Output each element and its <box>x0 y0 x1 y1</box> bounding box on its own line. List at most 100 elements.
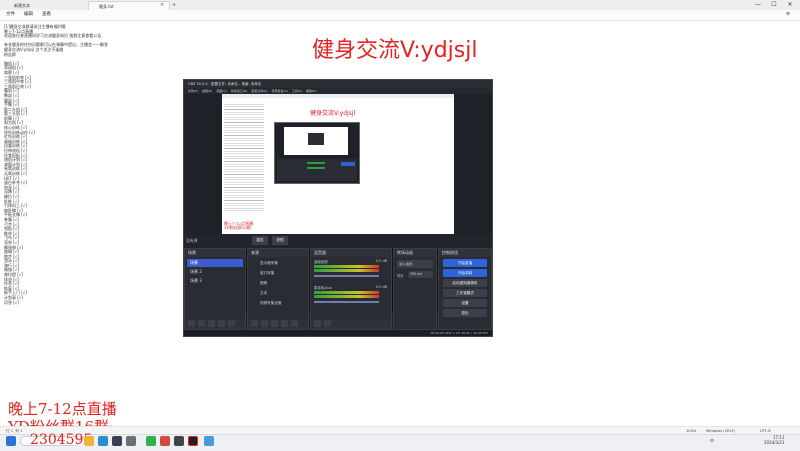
obs-menu-item[interactable]: 停靠窗口(D) <box>231 89 248 93</box>
overlay-headline: 健身交流V:ydjsjl <box>312 38 478 63</box>
app-icon[interactable] <box>160 436 170 446</box>
filters-button[interactable]: 滤镜 <box>272 236 288 245</box>
mixer-dock: 混音器 桌面音频 0.0 dB 麦克风/Aux 0.0 dB <box>310 248 392 330</box>
obs-title-bar: OBS 30.0.0 - 配置文件: 未命名 - 场景: 未命名 <box>184 80 492 88</box>
ime-indicator[interactable]: 中 <box>710 438 714 444</box>
obs-icon[interactable] <box>174 436 184 446</box>
preview-tab-bar <box>222 94 454 98</box>
source-toolbar: 没有源 属性 滤镜 <box>184 234 492 248</box>
audio-meter <box>314 295 379 298</box>
close-button[interactable]: ✕ <box>784 0 796 10</box>
tab-new-text[interactable]: 新建文本 <box>4 1 86 10</box>
add-scene-button[interactable] <box>188 320 195 327</box>
scene-filter-button[interactable] <box>208 320 215 327</box>
menu-file[interactable]: 文件 <box>6 11 15 19</box>
source-item[interactable]: 视频采集设备 <box>250 299 306 308</box>
audio-meter <box>314 291 379 294</box>
obs-menu-item[interactable]: 视图(V) <box>216 89 226 93</box>
preview-nested-docks <box>277 159 357 181</box>
scenes-footer <box>185 319 245 329</box>
tab-label: 新建文本 <box>14 3 30 8</box>
exit-button[interactable]: 退出 <box>443 309 487 317</box>
move-down-button[interactable] <box>291 320 298 327</box>
properties-button[interactable]: 属性 <box>252 236 268 245</box>
wechat-icon[interactable] <box>146 436 156 446</box>
start-recording-button[interactable]: 开始录制 <box>443 269 487 277</box>
menu-bar <box>0 10 800 21</box>
obs-status-bar: 00:00:00 CPU: 1.2% 30.00 / 30.00 FPS <box>184 330 492 336</box>
transitions-dock: 转场动画 淡入淡出 时长 300 ms <box>393 248 437 330</box>
scene-item[interactable]: 场景 2 <box>187 268 243 276</box>
preview-doc-lines <box>224 102 264 212</box>
obs-menu-item[interactable]: 帮助(H) <box>306 89 317 93</box>
source-item[interactable]: 图像 <box>250 279 306 288</box>
source-item[interactable]: 文本 <box>250 289 306 298</box>
remove-scene-button[interactable] <box>198 320 205 327</box>
move-down-button[interactable] <box>228 320 235 327</box>
obs-menu-item[interactable]: 场景集合(S) <box>272 89 288 93</box>
audio-meter <box>314 269 379 272</box>
mixer-channel-name: 桌面音频 <box>314 260 328 264</box>
obs-menu-item[interactable]: 配置文件(P) <box>251 89 267 93</box>
maximize-button[interactable]: ☐ <box>768 0 780 10</box>
start-streaming-button[interactable]: 开始直播 <box>443 259 487 267</box>
obs-menu-item[interactable]: 工具(T) <box>292 89 302 93</box>
duration-label: 时长 <box>397 274 404 278</box>
start-icon[interactable] <box>6 436 16 446</box>
no-source-label: 没有源 <box>186 238 198 243</box>
menu-edit[interactable]: 编辑 <box>24 11 33 19</box>
tab-fitness[interactable]: 健身.txt <box>88 1 170 10</box>
move-up-button[interactable] <box>281 320 288 327</box>
group-number-text: 2304595 <box>30 432 93 448</box>
preview-nested-meter <box>307 162 325 164</box>
studio-mode-button[interactable]: 工作室模式 <box>443 289 487 297</box>
app-icon[interactable] <box>126 436 136 446</box>
clock[interactable]: 17:11 2024/3/21 <box>764 435 785 445</box>
mixer-menu-button[interactable] <box>324 320 331 327</box>
menu-view[interactable]: 查看 <box>42 11 51 19</box>
preview-nested-meter <box>307 167 325 169</box>
sources-footer <box>248 319 308 329</box>
mixer-settings-button[interactable] <box>314 320 321 327</box>
notepad-icon[interactable] <box>204 436 214 446</box>
obs-window: OBS 30.0.0 - 配置文件: 未命名 - 场景: 未命名 文件(F) 编辑… <box>183 79 493 337</box>
settings-button[interactable]: 设置 <box>443 299 487 307</box>
scenes-dock: 场景 场景 场景 2 场景 3 <box>184 248 246 330</box>
preview-notepad-capture: 健身交流V:ydjsjl <box>222 94 454 220</box>
tab-close-button[interactable]: × <box>160 1 164 10</box>
transition-select[interactable]: 淡入淡出 <box>397 260 433 268</box>
minimize-button[interactable]: — <box>752 0 764 10</box>
mixer-footer <box>311 319 391 329</box>
preview-overlay-text: 晚上7-12点直播 YD粉丝群16群: <box>224 221 253 231</box>
mixer-channel-level: 0.0 dB <box>376 285 387 289</box>
obs-menu-item[interactable]: 文件(F) <box>188 89 198 93</box>
volume-slider[interactable] <box>314 275 379 277</box>
sources-title: 来源 <box>248 249 308 257</box>
preview-nested-capture <box>284 127 348 155</box>
add-source-button[interactable] <box>251 320 258 327</box>
edge-browser-icon[interactable] <box>98 436 108 446</box>
move-up-button[interactable] <box>218 320 225 327</box>
obs-menu-item[interactable]: 编辑(E) <box>202 89 212 93</box>
volume-slider[interactable] <box>314 301 379 303</box>
source-item[interactable]: 显示器采集 <box>250 259 306 268</box>
new-tab-button[interactable]: + <box>172 1 176 10</box>
scene-item[interactable]: 场景 <box>187 259 243 267</box>
app-icon[interactable] <box>112 436 122 446</box>
scenes-title: 场景 <box>185 249 245 257</box>
file-explorer-icon[interactable] <box>84 436 94 446</box>
mixer-title: 混音器 <box>311 249 391 257</box>
remove-source-button[interactable] <box>261 320 268 327</box>
clock-date: 2024/3/21 <box>764 440 785 445</box>
scene-item[interactable]: 场景 3 <box>187 277 243 285</box>
preview-lower-capture: 晚上7-12点直播 YD粉丝群16群: <box>222 220 454 234</box>
transitions-title: 转场动画 <box>394 249 436 257</box>
settings-icon[interactable]: ⚙ <box>786 11 790 19</box>
virtual-camera-button[interactable]: 启动虚拟摄像机 <box>443 279 487 287</box>
audio-meter <box>314 265 379 268</box>
source-settings-button[interactable] <box>271 320 278 327</box>
preview-nested-window <box>308 133 324 145</box>
source-item[interactable]: 窗口采集 <box>250 269 306 278</box>
obs-active-icon[interactable] <box>188 436 198 446</box>
duration-input[interactable]: 300 ms <box>408 271 433 278</box>
